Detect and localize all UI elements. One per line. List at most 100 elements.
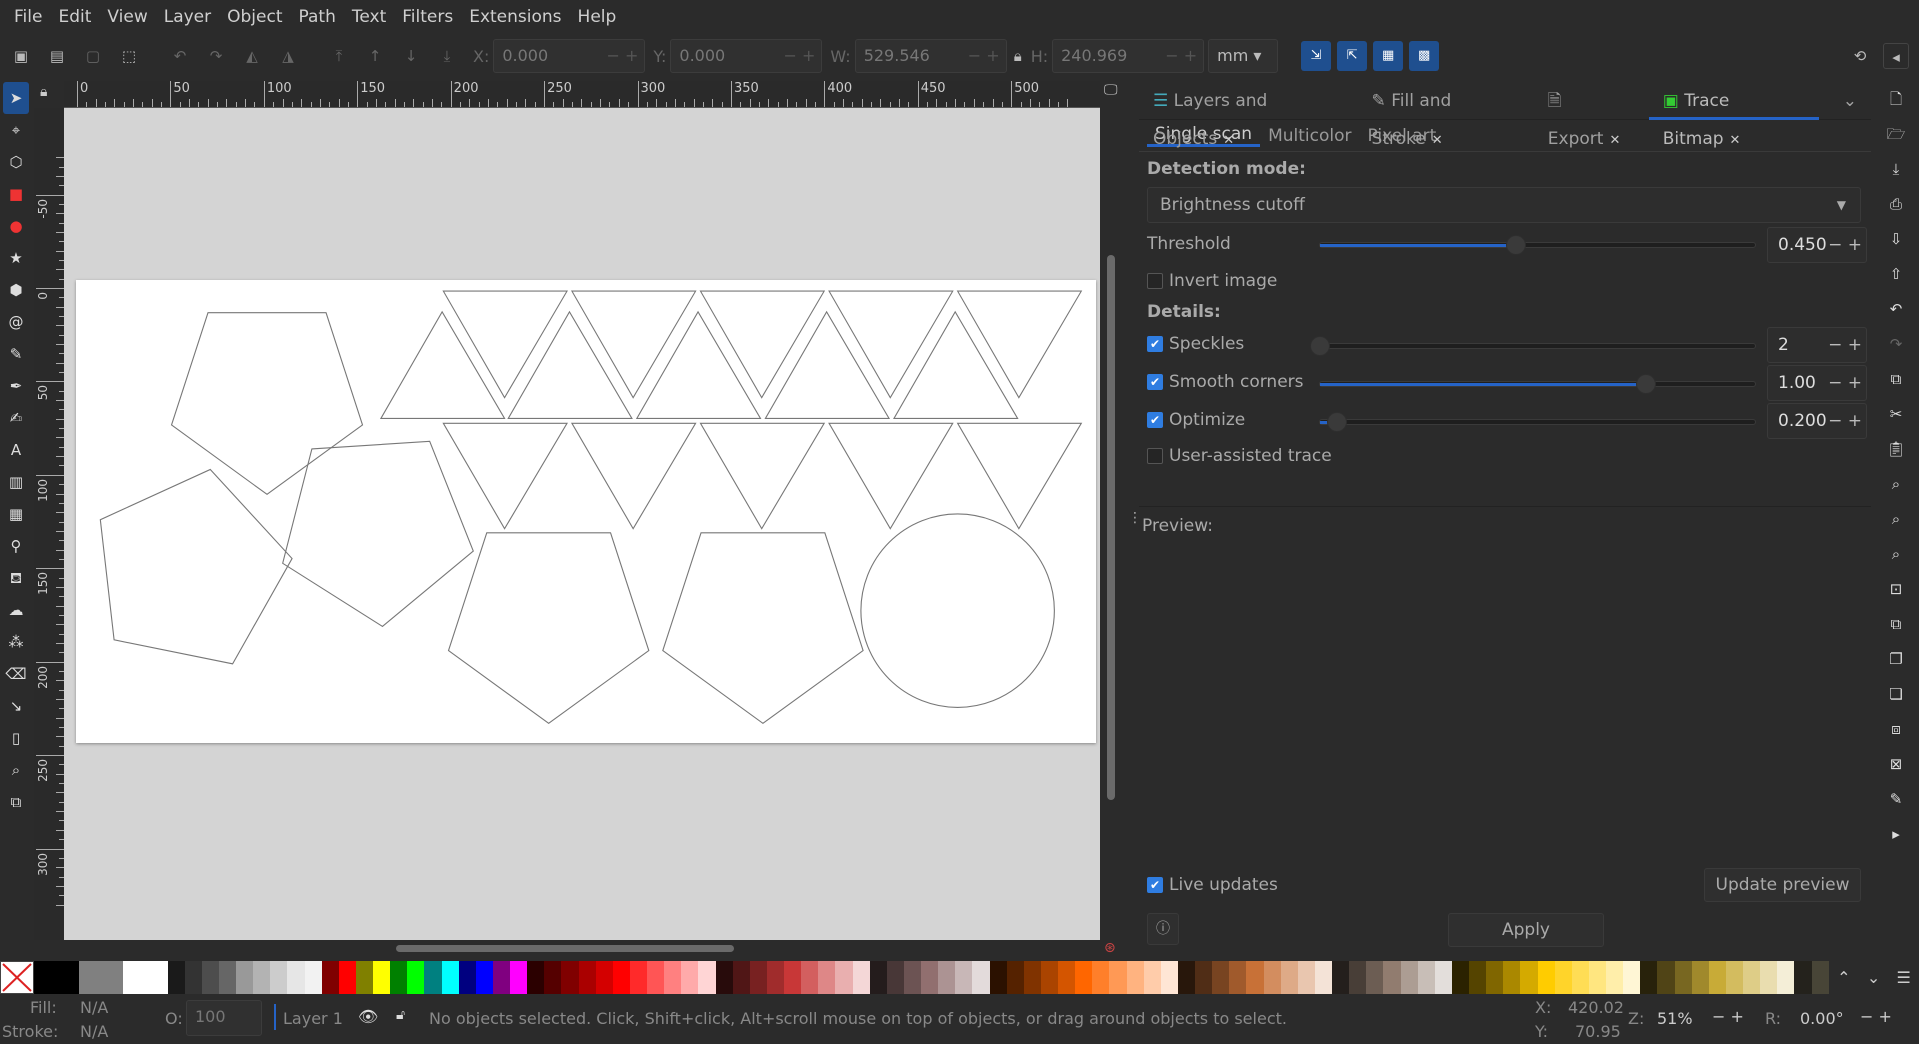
color-swatch[interactable]	[1092, 961, 1110, 994]
color-swatch[interactable]	[1212, 961, 1230, 994]
color-swatch[interactable]	[818, 961, 836, 994]
deselect-icon[interactable]: ▢	[80, 43, 106, 69]
color-swatch[interactable]	[236, 961, 254, 994]
pentagon-piece[interactable]	[662, 532, 864, 725]
threshold-slider[interactable]	[1319, 235, 1756, 255]
3d-box-tool-icon[interactable]: ⬢	[3, 274, 29, 306]
menu-help[interactable]: Help	[570, 7, 625, 27]
print-icon[interactable]: ⎙	[1890, 187, 1902, 222]
color-swatch[interactable]	[1794, 961, 1812, 994]
color-swatch[interactable]	[184, 961, 202, 994]
color-swatch[interactable]	[407, 961, 425, 994]
color-swatch[interactable]	[647, 961, 665, 994]
horizontal-scrollbar[interactable]	[396, 945, 734, 952]
import-icon[interactable]: ⇩	[1890, 222, 1903, 257]
lower-icon[interactable]: ↓	[398, 43, 424, 69]
color-swatch[interactable]	[886, 961, 904, 994]
unlink-clone-icon[interactable]: ❏	[1889, 677, 1902, 712]
triangle-piece[interactable]	[442, 290, 568, 399]
smooth-corners-checkbox[interactable]: ✔ Smooth corners	[1147, 372, 1304, 392]
color-swatch[interactable]	[1657, 961, 1675, 994]
more-commands-icon[interactable]: ▸	[1892, 817, 1900, 852]
color-swatch[interactable]	[458, 961, 476, 994]
color-swatch[interactable]	[561, 961, 579, 994]
color-swatch[interactable]	[1623, 961, 1641, 994]
color-swatch[interactable]	[1777, 961, 1795, 994]
select-same-icon[interactable]: ⬚	[116, 43, 142, 69]
user-assisted-trace-checkbox[interactable]: User-assisted trace	[1147, 446, 1332, 466]
star-tool-icon[interactable]: ★	[3, 242, 29, 274]
color-swatch[interactable]	[1811, 961, 1829, 994]
menu-text[interactable]: Text	[344, 7, 394, 27]
color-swatch[interactable]	[253, 961, 271, 994]
measure-tool-icon[interactable]: ⧉	[3, 786, 29, 818]
color-swatch[interactable]	[287, 961, 305, 994]
shape-builder-tool-icon[interactable]: ⬡	[3, 146, 29, 178]
color-swatch[interactable]	[1606, 961, 1624, 994]
color-swatch[interactable]	[1537, 961, 1555, 994]
menu-file[interactable]: File	[6, 7, 50, 27]
connector-tool-icon[interactable]: ↘	[3, 690, 29, 722]
color-swatch[interactable]	[201, 961, 219, 994]
cut-icon[interactable]: ✂	[1890, 397, 1903, 432]
color-swatch[interactable]	[972, 961, 990, 994]
triangle-piece[interactable]	[570, 422, 697, 530]
rotate-ccw-icon[interactable]: ↶	[167, 43, 193, 69]
ellipse-tool-icon[interactable]: ●	[3, 210, 29, 242]
menu-layer[interactable]: Layer	[156, 7, 219, 27]
smooth-corners-spin[interactable]: 1.00− +	[1767, 365, 1867, 401]
lock-ratio-icon[interactable]: 🔒︎	[1009, 43, 1027, 69]
x-field[interactable]: 0.000 − +	[493, 39, 646, 73]
color-swatch[interactable]	[1314, 961, 1333, 994]
color-swatch[interactable]	[424, 961, 442, 994]
color-swatch[interactable]	[629, 961, 648, 994]
color-swatch[interactable]	[801, 961, 819, 994]
eye-icon[interactable]: 👁︎	[358, 1007, 378, 1026]
speckles-slider[interactable]	[1310, 336, 1756, 356]
triangle-piece[interactable]	[570, 290, 697, 399]
triangle-piece[interactable]	[956, 422, 1083, 530]
select-all-icon[interactable]: ▣	[8, 43, 34, 69]
color-swatch[interactable]	[1417, 961, 1435, 994]
color-swatch[interactable]	[938, 961, 956, 994]
close-icon[interactable]: ✕	[1609, 133, 1620, 148]
color-swatch[interactable]	[167, 961, 185, 994]
flip-vertical-icon[interactable]: ◮	[275, 43, 301, 69]
transform-gradients-icon[interactable]: ▦	[1373, 41, 1404, 71]
zoom-page-icon[interactable]: ⌕	[1892, 537, 1900, 572]
triangle-piece[interactable]	[442, 422, 568, 530]
color-swatch[interactable]	[1177, 961, 1196, 994]
zoom-tool-icon[interactable]: ⌕	[3, 754, 29, 786]
zoom-page-width-icon[interactable]: ⊡	[1890, 572, 1903, 607]
color-swatch[interactable]	[544, 961, 562, 994]
update-preview-button[interactable]: Update preview	[1704, 868, 1861, 902]
rotation-stepper-icon[interactable]: − +	[1860, 1007, 1892, 1026]
triangle-piece[interactable]	[635, 310, 762, 419]
undo-icon[interactable]: ↶	[1890, 292, 1903, 327]
color-swatch[interactable]	[1109, 961, 1127, 994]
color-swatch[interactable]	[869, 961, 887, 994]
color-managed-icon[interactable]: ⊛	[1104, 940, 1116, 956]
pentagon-piece[interactable]	[170, 312, 364, 496]
duplicate-icon[interactable]: ⧉	[1891, 607, 1902, 642]
rectangle-tool-icon[interactable]: ■	[3, 178, 29, 210]
color-swatch[interactable]	[1143, 961, 1161, 994]
color-swatch[interactable]	[1520, 961, 1538, 994]
subtab-multicolor[interactable]: Multicolor	[1260, 126, 1359, 146]
eraser-tool-icon[interactable]: ⌫	[3, 658, 29, 690]
color-swatch[interactable]	[595, 961, 613, 994]
color-swatch[interactable]	[1349, 961, 1367, 994]
raise-top-icon[interactable]: ⤒	[326, 43, 352, 69]
threshold-spin[interactable]: 0.450− +	[1767, 227, 1867, 263]
color-swatch[interactable]	[475, 961, 493, 994]
tabs-menu-icon[interactable]: ⌄	[1829, 82, 1871, 120]
info-icon[interactable]: ⓘ	[1147, 913, 1179, 945]
color-swatch[interactable]	[715, 961, 733, 994]
canvas[interactable]	[64, 108, 1100, 940]
rotation-field[interactable]: 0.00°	[1800, 1009, 1844, 1028]
gradient-tool-icon[interactable]: ▥	[3, 466, 29, 498]
palette-down-icon[interactable]: ⌄	[1867, 968, 1880, 987]
close-icon[interactable]: ✕	[1730, 133, 1741, 148]
menu-filters[interactable]: Filters	[394, 7, 461, 27]
menu-extensions[interactable]: Extensions	[461, 7, 569, 27]
